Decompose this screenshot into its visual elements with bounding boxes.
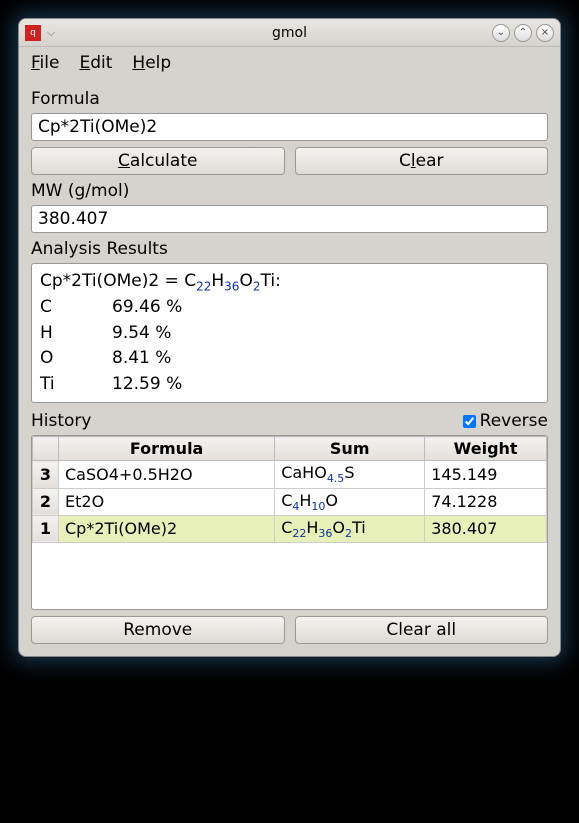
reverse-checkbox-label[interactable]: Reverse (463, 411, 548, 431)
formula-input[interactable] (31, 113, 548, 141)
history-table[interactable]: Formula Sum Weight 3CaSO4+0.5H2OCaHO4.5S… (32, 436, 547, 543)
analysis-row: O8.41 % (40, 346, 539, 372)
formula-label: Formula (31, 89, 548, 109)
remove-button[interactable]: Remove (31, 616, 285, 644)
col-formula[interactable]: Formula (59, 437, 275, 461)
calculate-button[interactable]: Calculate (31, 147, 285, 175)
app-icon: q (25, 25, 41, 41)
app-window: q ⌵ gmol ⌄ ⌃ × File Edit Help Formula Ca… (18, 18, 561, 657)
table-row[interactable]: 2Et2OC4H10O74.1228 (33, 488, 547, 515)
menubar: File Edit Help (19, 47, 560, 79)
maximize-icon[interactable]: ⌃ (514, 24, 532, 42)
clear-button[interactable]: Clear (295, 147, 549, 175)
clear-all-button[interactable]: Clear all (295, 616, 549, 644)
titlebar-pin-icon[interactable]: ⌵ (47, 26, 55, 40)
col-sum[interactable]: Sum (275, 437, 425, 461)
analysis-equation: Cp*2Ti(OMe)2 = C22H36O2Ti: (40, 269, 539, 295)
history-label: History (31, 411, 91, 431)
col-weight[interactable]: Weight (425, 437, 547, 461)
close-icon[interactable]: × (536, 24, 554, 42)
table-row[interactable]: 1Cp*2Ti(OMe)2C22H36O2Ti380.407 (33, 515, 547, 542)
menu-help[interactable]: Help (132, 53, 171, 73)
analysis-row: H9.54 % (40, 321, 539, 347)
analysis-row: C69.46 % (40, 295, 539, 321)
mw-label: MW (g/mol) (31, 181, 548, 201)
window-title: gmol (19, 25, 560, 41)
menu-file[interactable]: File (31, 53, 59, 73)
titlebar[interactable]: q ⌵ gmol ⌄ ⌃ × (19, 19, 560, 47)
reverse-checkbox[interactable] (463, 415, 476, 428)
minimize-icon[interactable]: ⌄ (492, 24, 510, 42)
menu-edit[interactable]: Edit (79, 53, 112, 73)
col-rownum[interactable] (33, 437, 59, 461)
analysis-row: Ti12.59 % (40, 372, 539, 398)
history-table-container: Formula Sum Weight 3CaSO4+0.5H2OCaHO4.5S… (31, 435, 548, 610)
mw-output[interactable] (31, 205, 548, 233)
analysis-results: Cp*2Ti(OMe)2 = C22H36O2Ti: C69.46 %H9.54… (31, 263, 548, 403)
table-row[interactable]: 3CaSO4+0.5H2OCaHO4.5S145.149 (33, 461, 547, 488)
analysis-label: Analysis Results (31, 239, 548, 259)
